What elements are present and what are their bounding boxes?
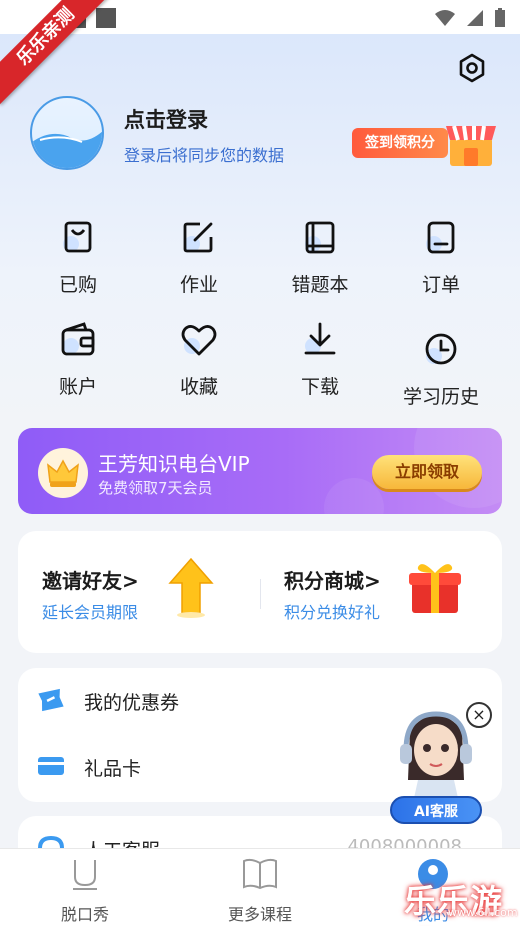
checkin-label: 签到领积分: [352, 128, 448, 158]
grid-item-favorites[interactable]: 收藏: [149, 320, 249, 399]
heart-icon: [181, 325, 217, 356]
divider: [260, 579, 261, 609]
invite-friends-link[interactable]: 邀请好友>: [42, 565, 139, 594]
tab-label: 更多课程: [227, 905, 292, 924]
avatar[interactable]: [30, 96, 104, 170]
promo-card: 邀请好友> 延长会员期限 积分商城> 积分兑换好礼: [18, 531, 502, 653]
wifi-icon: [435, 10, 455, 26]
grid-item-purchased[interactable]: 已购: [28, 218, 128, 297]
coupon-icon: [38, 688, 64, 712]
wallet-icon: [61, 322, 95, 356]
coupon-label: 我的优惠券: [84, 692, 180, 714]
tab-talkshow[interactable]: 脱口秀: [30, 857, 140, 925]
grid-label: 已购: [58, 274, 97, 296]
grid-label: 错题本: [291, 274, 349, 296]
grid-item-orders[interactable]: 订单: [391, 218, 491, 297]
grid-item-mistakes[interactable]: 错题本: [270, 218, 370, 297]
gift-icon: [409, 564, 461, 613]
grid-label: 作业: [179, 274, 218, 296]
vip-subtitle: 免费领取7天会员: [98, 479, 213, 497]
login-subtitle: 登录后将同步您的数据: [124, 146, 285, 165]
grid-item-account[interactable]: 账户: [28, 320, 128, 399]
invite-subtitle: 延长会员期限: [42, 603, 139, 622]
battery-icon: [495, 8, 505, 27]
grid-label: 下载: [300, 376, 339, 398]
cup-icon: [73, 860, 97, 890]
tab-courses[interactable]: 更多课程: [205, 857, 315, 925]
order-icon: [426, 221, 455, 254]
open-book-icon: [243, 858, 277, 890]
vip-title: 王芳知识电台VIP: [98, 452, 250, 476]
edit-icon: [183, 222, 213, 253]
vip-banner[interactable]: 王芳知识电台VIP 免费领取7天会员 立即领取: [18, 428, 502, 514]
grid-item-downloads[interactable]: 下载: [270, 320, 370, 399]
crown-icon: [38, 448, 88, 498]
points-mall-link[interactable]: 积分商城>: [284, 565, 381, 594]
grid-item-homework[interactable]: 作业: [149, 218, 249, 297]
shop-icon: [446, 125, 496, 166]
grid-label: 订单: [421, 274, 460, 296]
notification-icon: [96, 8, 116, 28]
grid-label: 账户: [58, 376, 97, 398]
download-icon: [304, 322, 336, 355]
up-arrow-icon: [168, 557, 214, 618]
claim-vip-button[interactable]: 立即领取: [372, 455, 482, 489]
close-icon[interactable]: ×: [466, 702, 492, 728]
status-icons: [434, 8, 506, 28]
checkin-button[interactable]: 签到领积分: [352, 114, 500, 170]
grid-item-history[interactable]: 学习历史: [391, 330, 491, 409]
ai-service-badge: AI客服: [390, 796, 482, 824]
bag-icon: [63, 221, 92, 253]
tab-label: 脱口秀: [60, 905, 109, 924]
clock-icon: [425, 333, 457, 365]
signal-icon: [467, 10, 483, 26]
mall-subtitle: 积分兑换好礼: [284, 603, 381, 622]
grid-label: 收藏: [179, 376, 218, 398]
giftcard-label: 礼品卡: [84, 758, 142, 780]
book-icon: [305, 221, 335, 254]
card-icon: [38, 757, 64, 775]
watermark-url: www.6ll.com: [448, 906, 518, 919]
settings-icon[interactable]: [456, 52, 488, 84]
login-title[interactable]: 点击登录: [124, 104, 208, 134]
grid-label: 学习历史: [402, 386, 479, 408]
